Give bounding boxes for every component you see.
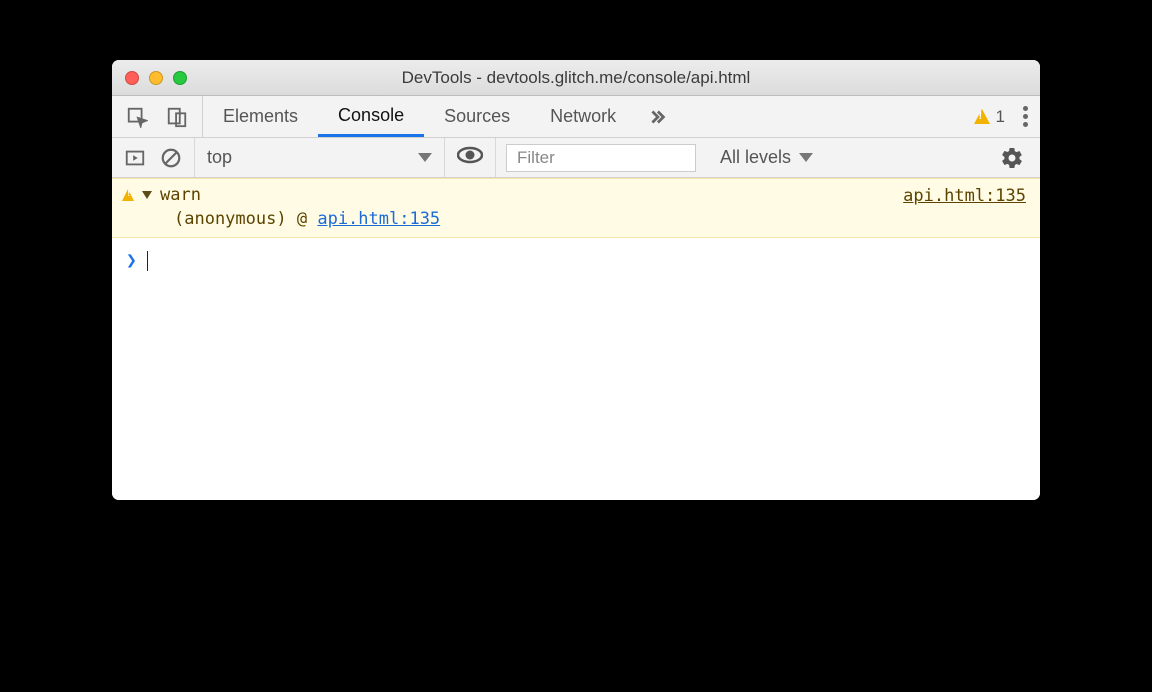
inspect-element-icon[interactable]: [126, 106, 148, 128]
tabstrip-right: 1: [962, 96, 1040, 137]
disclosure-triangle-icon[interactable]: [142, 191, 152, 199]
live-expression-cell: [445, 138, 496, 177]
console-toolbar-left: [112, 138, 195, 177]
panel-tabstrip: Elements Console Sources Network 1: [112, 96, 1040, 138]
stack-anonymous-label: (anonymous): [174, 209, 287, 229]
panel-tabs: Elements Console Sources Network: [203, 96, 636, 137]
devtools-window: DevTools - devtools.glitch.me/console/ap…: [112, 60, 1040, 500]
warning-icon: [122, 189, 134, 201]
zoom-window-button[interactable]: [173, 71, 187, 85]
prompt-chevron-icon: ❯: [126, 250, 137, 271]
toggle-sidebar-icon[interactable]: [124, 147, 146, 169]
titlebar: DevTools - devtools.glitch.me/console/ap…: [112, 60, 1040, 96]
device-toolbar-icon[interactable]: [166, 106, 188, 128]
tab-elements[interactable]: Elements: [203, 96, 318, 137]
chevron-down-icon: [418, 153, 432, 162]
warnings-count: 1: [996, 107, 1005, 127]
log-levels-selector[interactable]: All levels: [706, 147, 827, 168]
close-window-button[interactable]: [125, 71, 139, 85]
context-label: top: [207, 147, 232, 168]
log-levels-label: All levels: [720, 147, 791, 168]
chevron-down-icon: [799, 153, 813, 162]
console-warning-entry[interactable]: warn api.html:135 (anonymous) @ api.html…: [112, 178, 1040, 238]
filter-cell: [496, 138, 706, 177]
warning-icon: [974, 109, 990, 124]
console-prompt[interactable]: ❯: [112, 238, 1040, 283]
toolbar-iconbox: [112, 96, 203, 137]
menu-button[interactable]: [1023, 106, 1028, 127]
tab-network[interactable]: Network: [530, 96, 636, 137]
console-toolbar: top All levels: [112, 138, 1040, 178]
tab-sources[interactable]: Sources: [424, 96, 530, 137]
console-settings-button[interactable]: [984, 146, 1040, 170]
warning-summary-line: warn: [122, 185, 1030, 205]
warning-source-link[interactable]: api.html:135: [903, 186, 1026, 206]
more-tabs-button[interactable]: [636, 96, 678, 137]
clear-console-icon[interactable]: [160, 147, 182, 169]
live-expression-icon[interactable]: [457, 145, 483, 170]
window-title: DevTools - devtools.glitch.me/console/ap…: [112, 68, 1040, 88]
tab-console[interactable]: Console: [318, 96, 424, 137]
context-selector[interactable]: top: [195, 138, 445, 177]
minimize-window-button[interactable]: [149, 71, 163, 85]
prompt-caret: [147, 251, 148, 271]
stack-source-link[interactable]: api.html:135: [317, 209, 440, 229]
stack-frame: (anonymous) @ api.html:135: [122, 209, 1030, 229]
stack-at-symbol: @: [297, 209, 307, 229]
window-controls: [125, 71, 187, 85]
warnings-badge[interactable]: 1: [974, 107, 1005, 127]
warning-message: warn: [160, 185, 201, 205]
filter-input[interactable]: [506, 144, 696, 172]
console-output: warn api.html:135 (anonymous) @ api.html…: [112, 178, 1040, 500]
